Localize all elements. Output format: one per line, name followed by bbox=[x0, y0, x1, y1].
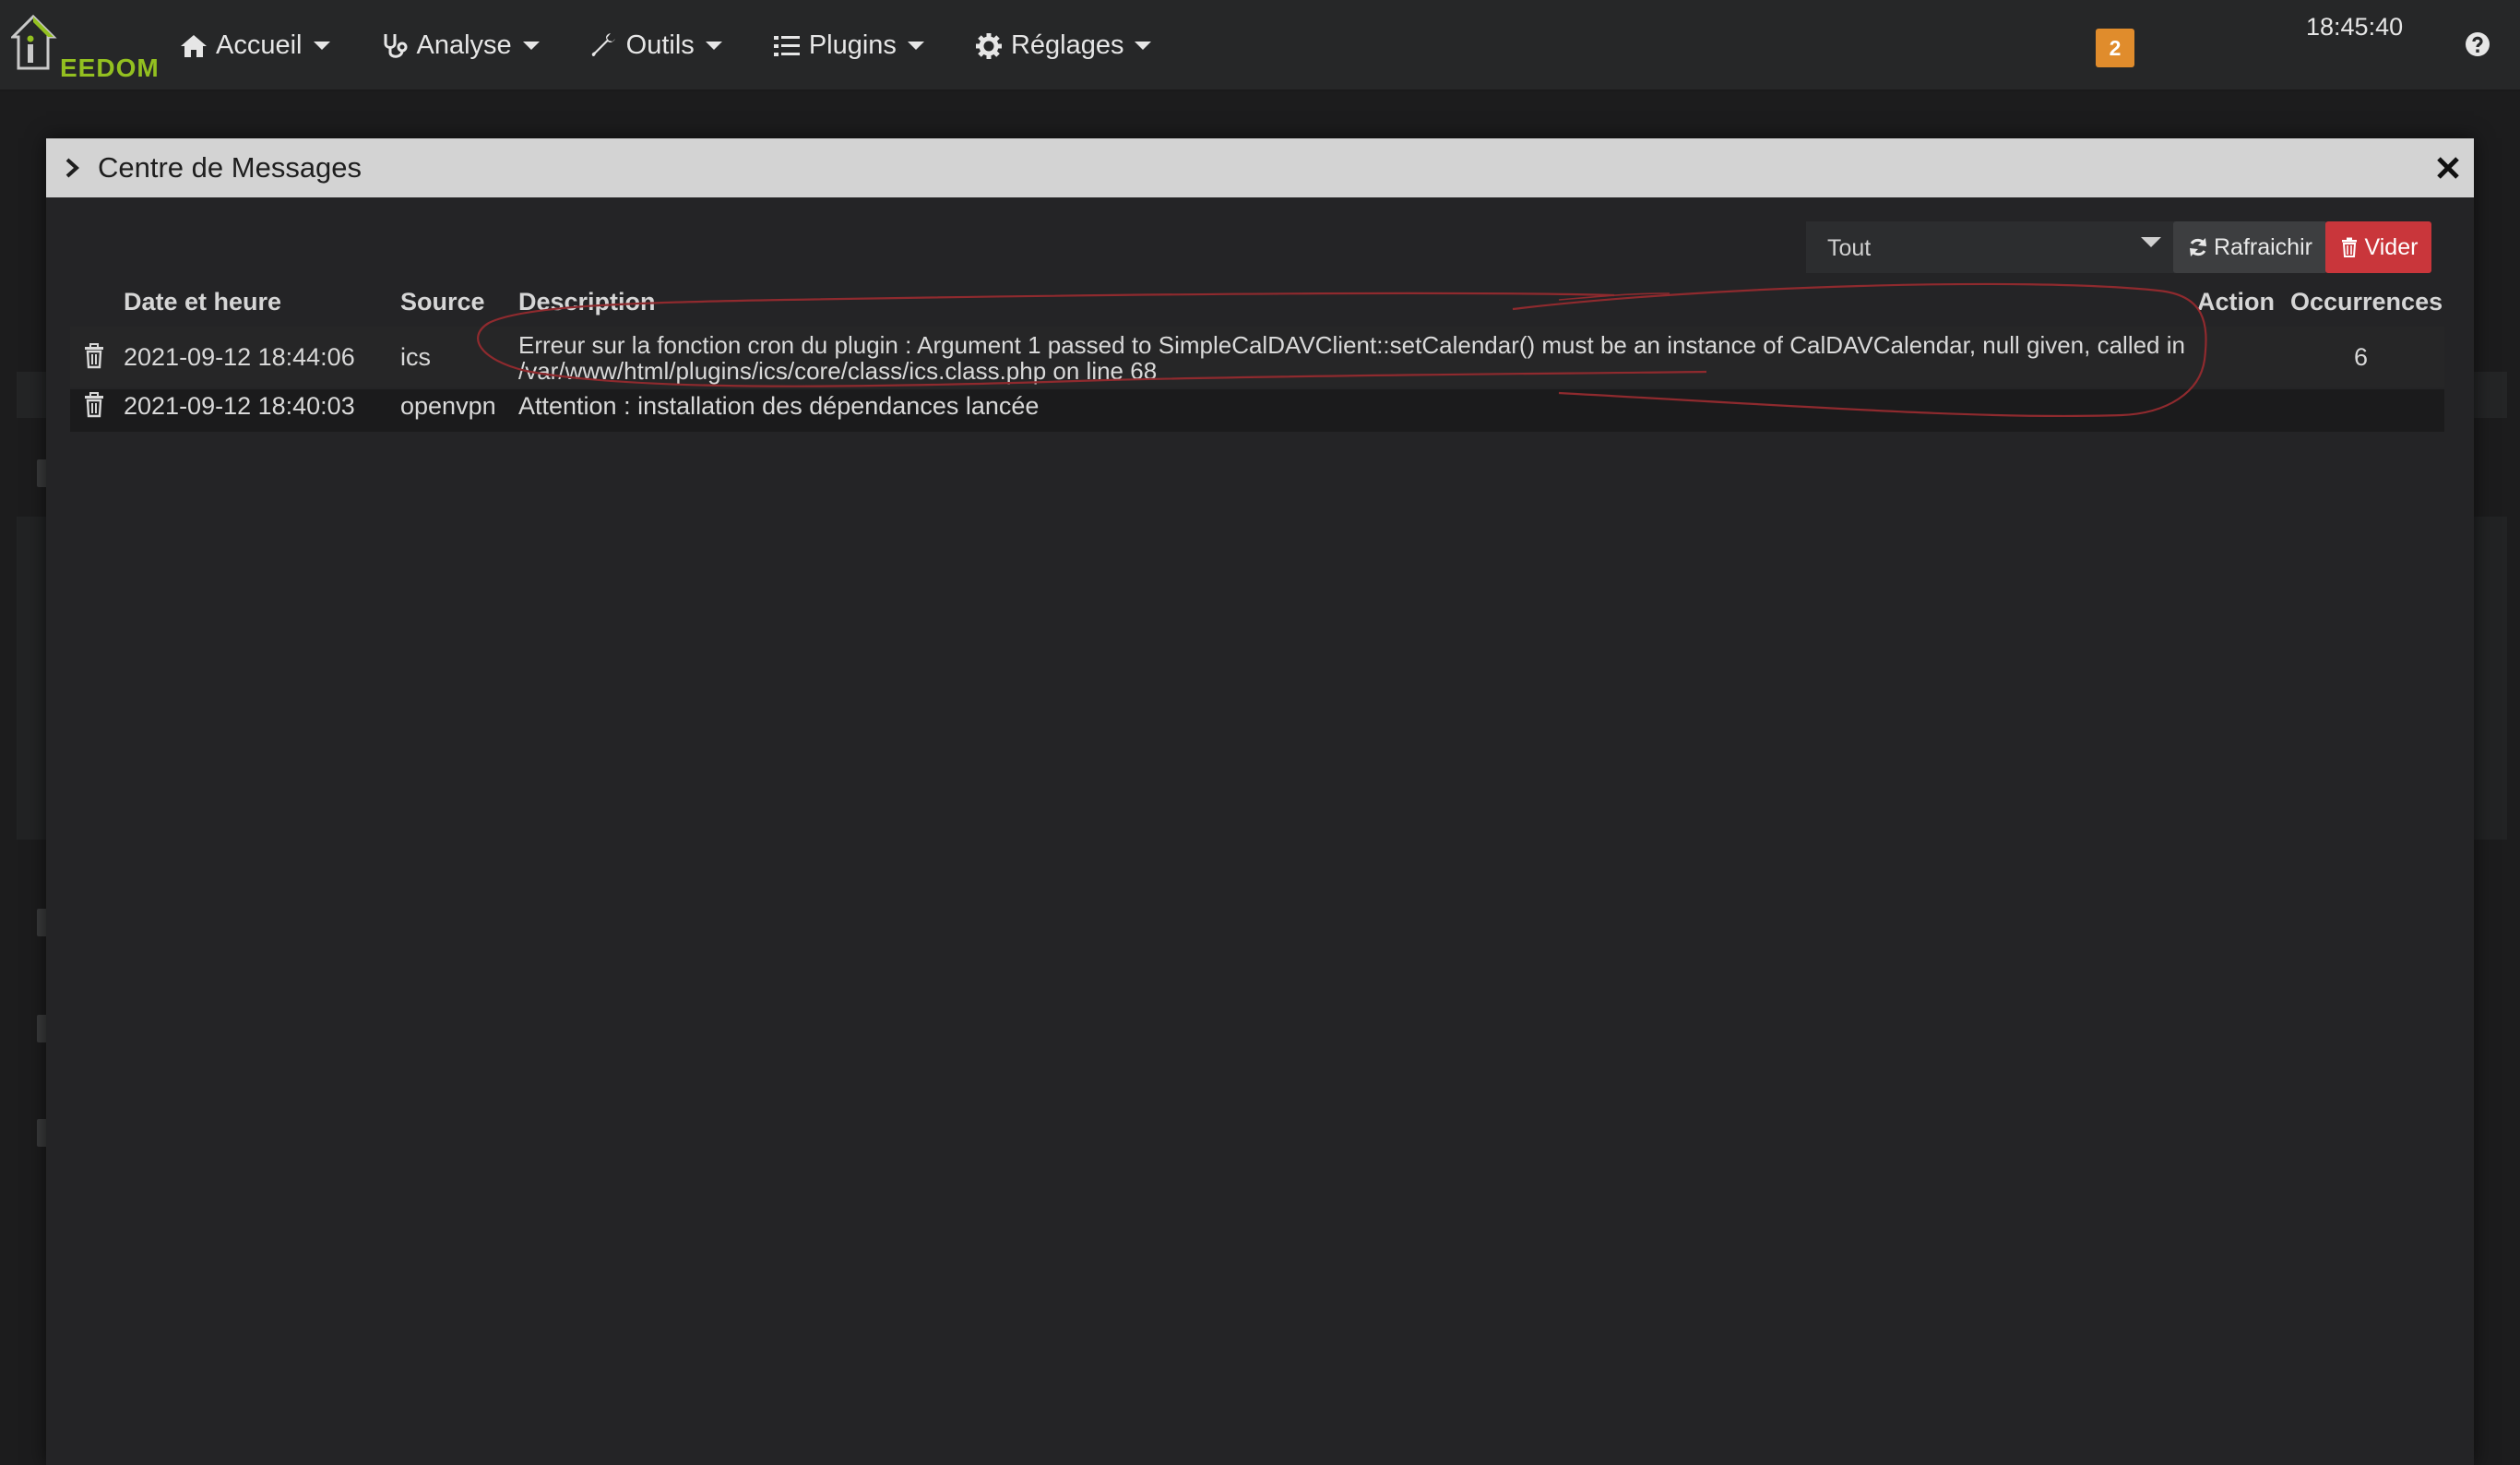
message-center-modal: Centre de Messages Tout Rafraichir Vider… bbox=[46, 138, 2474, 1465]
gear-icon bbox=[974, 31, 1004, 61]
chevron-down-icon bbox=[2141, 237, 2161, 247]
wrench-icon bbox=[589, 31, 619, 61]
menu-plugins-label: Plugins bbox=[808, 30, 897, 60]
question-circle-icon[interactable] bbox=[2465, 31, 2490, 57]
menu-outils[interactable]: Outils bbox=[586, 0, 722, 91]
source-filter-select[interactable]: Tout bbox=[1806, 221, 2175, 273]
menu-accueil-label: Accueil bbox=[216, 30, 303, 60]
refresh-button[interactable]: Rafraichir bbox=[2173, 221, 2327, 273]
notification-badge[interactable]: 2 bbox=[2096, 29, 2134, 67]
chevron-down-icon bbox=[313, 42, 330, 50]
clear-button-label: Vider bbox=[2364, 233, 2419, 260]
menu-reglages-label: Réglages bbox=[1010, 30, 1124, 60]
row-date: 2021-09-12 18:40:03 bbox=[124, 392, 355, 420]
menu-accueil[interactable]: Accueil bbox=[175, 0, 330, 91]
header-description[interactable]: Description bbox=[518, 288, 656, 316]
logo-text: EEDOM bbox=[60, 54, 160, 82]
menu-plugins[interactable]: Plugins bbox=[768, 0, 924, 91]
header-source[interactable]: Source bbox=[400, 288, 485, 316]
close-icon[interactable] bbox=[2435, 155, 2461, 181]
list-icon bbox=[772, 31, 802, 61]
row-description: Erreur sur la fonction cron du plugin : … bbox=[518, 331, 2185, 385]
chevron-down-icon bbox=[1135, 42, 1152, 50]
modal-title: Centre de Messages bbox=[98, 151, 363, 184]
row-description: Attention : installation des dépendances… bbox=[518, 392, 1040, 420]
chevron-down-icon bbox=[522, 42, 540, 50]
row-date: 2021-09-12 18:44:06 bbox=[124, 343, 355, 371]
chevron-right-icon[interactable] bbox=[63, 156, 83, 180]
main-menu: Accueil Analyse Outils Plugins Réglages bbox=[175, 0, 1197, 91]
menu-outils-label: Outils bbox=[625, 30, 695, 60]
row-source: ics bbox=[400, 343, 431, 371]
menu-analyse[interactable]: Analyse bbox=[376, 0, 540, 91]
trash-icon[interactable] bbox=[83, 392, 105, 418]
home-icon bbox=[179, 31, 208, 61]
trash-icon bbox=[2341, 237, 2357, 257]
modal-titlebar[interactable]: Centre de Messages bbox=[46, 138, 2474, 197]
trash-icon[interactable] bbox=[83, 343, 105, 369]
header-date[interactable]: Date et heure bbox=[124, 288, 281, 316]
header-action[interactable]: Action bbox=[2197, 288, 2275, 316]
clear-button[interactable]: Vider bbox=[2325, 221, 2431, 273]
row-source: openvpn bbox=[400, 392, 496, 420]
top-navbar: EEDOM Accueil Analyse Outils Plugins Rég… bbox=[0, 0, 2520, 91]
refresh-icon bbox=[2190, 238, 2206, 256]
menu-reglages[interactable]: Réglages bbox=[970, 0, 1152, 91]
stethoscope-icon bbox=[380, 31, 410, 61]
chevron-down-icon bbox=[705, 42, 722, 50]
header-occurrences[interactable]: Occurrences bbox=[2290, 288, 2443, 316]
source-filter-value: Tout bbox=[1827, 235, 1872, 261]
row-occurrences: 6 bbox=[2354, 343, 2369, 371]
menu-analyse-label: Analyse bbox=[416, 30, 512, 60]
clock: 18:45:40 bbox=[2306, 13, 2404, 41]
refresh-button-label: Rafraichir bbox=[2214, 233, 2312, 260]
jeedom-logo[interactable]: EEDOM bbox=[9, 13, 159, 82]
chevron-down-icon bbox=[907, 42, 924, 50]
